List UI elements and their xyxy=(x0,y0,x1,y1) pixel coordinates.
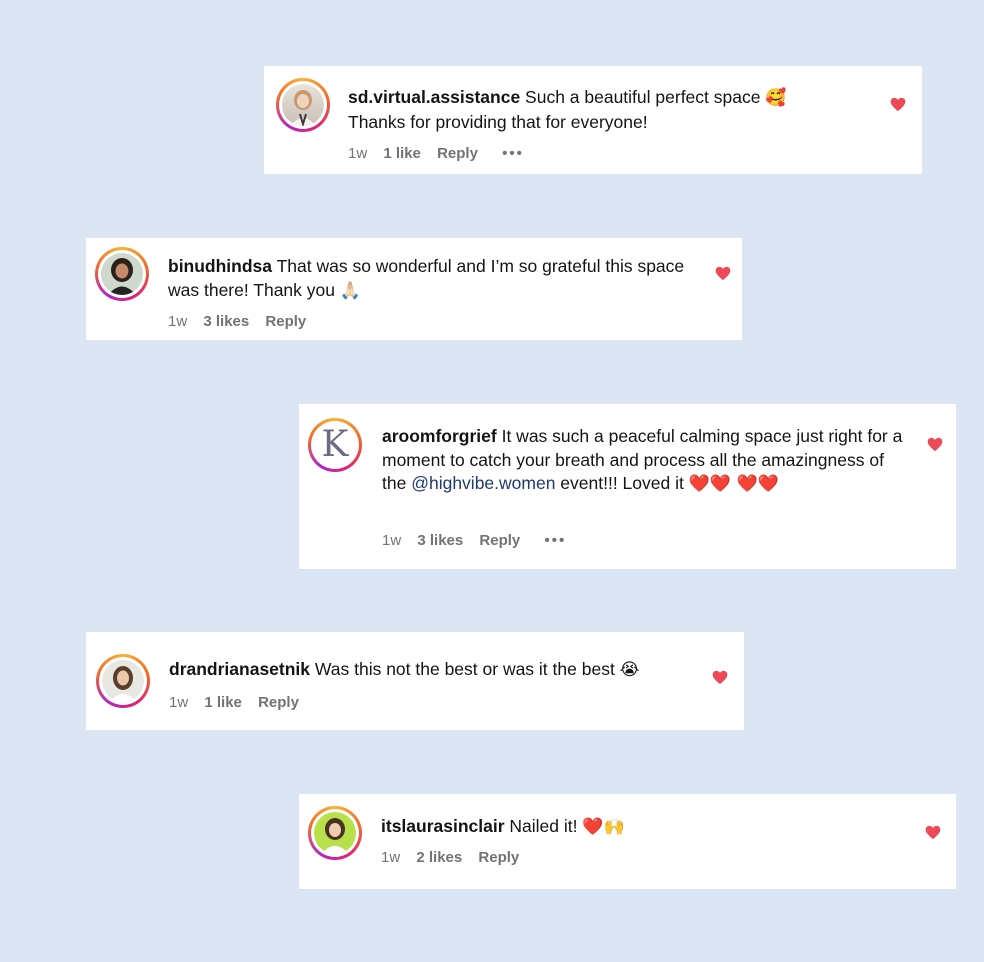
avatar[interactable] xyxy=(95,247,149,301)
heart-icon[interactable] xyxy=(712,670,728,685)
comment-meta: 1w 3 likes Reply xyxy=(168,313,318,330)
heart-icon[interactable] xyxy=(715,266,731,281)
comment-card: sd.virtual.assistance Such a beautiful p… xyxy=(264,66,922,174)
more-options-icon[interactable]: ••• xyxy=(502,145,524,162)
comment-body: aroomforgrief It was such a peaceful cal… xyxy=(382,425,912,497)
comment-body: drandrianasetnik Was this not the best o… xyxy=(169,658,719,683)
more-options-icon[interactable]: ••• xyxy=(544,532,566,549)
emoji: ❤️🙌 xyxy=(582,817,625,837)
comment-card: binudhindsa That was so wonderful and I’… xyxy=(86,238,742,340)
reply-button[interactable]: Reply xyxy=(258,694,299,711)
comment-age: 1w xyxy=(348,145,368,162)
comment-text: Thanks for providing that for everyone! xyxy=(348,111,648,132)
likes-count[interactable]: 3 likes xyxy=(203,313,249,330)
comment-age: 1w xyxy=(382,532,402,549)
reply-button[interactable]: Reply xyxy=(478,849,519,866)
comment-meta: 1w 3 likes Reply ••• xyxy=(382,532,578,549)
avatar-photo xyxy=(102,660,144,702)
emoji: ❤️❤️ ❤️❤️ xyxy=(688,474,779,494)
comment-text: Such a beautiful perfect space xyxy=(520,87,766,107)
username-link[interactable]: binudhindsa xyxy=(168,256,272,276)
likes-count[interactable]: 1 like xyxy=(204,694,242,711)
likes-count[interactable]: 2 likes xyxy=(416,849,462,866)
heart-icon[interactable] xyxy=(890,97,906,112)
heart-icon[interactable] xyxy=(925,825,941,840)
heart-icon[interactable] xyxy=(927,437,943,452)
comment-body: binudhindsa That was so wonderful and I’… xyxy=(168,255,708,303)
avatar[interactable]: K xyxy=(308,418,362,472)
comment-meta: 1w 2 likes Reply xyxy=(381,849,531,866)
username-link[interactable]: aroomforgrief xyxy=(382,426,497,446)
avatar-photo xyxy=(314,812,356,854)
mention-link[interactable]: @highvibe.women xyxy=(411,473,555,493)
avatar[interactable] xyxy=(308,806,362,860)
reply-button[interactable]: Reply xyxy=(479,532,520,549)
comment-age: 1w xyxy=(381,849,401,866)
comment-meta: 1w 1 like Reply ••• xyxy=(348,145,536,162)
comment-card: itslaurasinclair Nailed it! ❤️🙌 1w 2 lik… xyxy=(299,794,956,889)
avatar-logo-letter: K xyxy=(321,424,349,465)
comment-age: 1w xyxy=(169,694,189,711)
reply-button[interactable]: Reply xyxy=(437,145,478,162)
avatar[interactable] xyxy=(96,654,150,708)
comment-age: 1w xyxy=(168,313,188,330)
comment-body: sd.virtual.assistance Such a beautiful p… xyxy=(348,86,888,134)
comment-text: Nailed it! xyxy=(504,816,583,836)
username-link[interactable]: sd.virtual.assistance xyxy=(348,87,520,107)
username-link[interactable]: itslaurasinclair xyxy=(381,816,505,836)
avatar-photo: K xyxy=(314,424,356,466)
likes-count[interactable]: 3 likes xyxy=(417,532,463,549)
comment-card: drandrianasetnik Was this not the best o… xyxy=(86,632,744,730)
emoji: 🙏🏻 xyxy=(339,280,362,301)
avatar-photo xyxy=(282,84,324,126)
comment-body: itslaurasinclair Nailed it! ❤️🙌 xyxy=(381,815,921,840)
comment-text: event!!! Loved it xyxy=(555,473,689,493)
comment-text: Was this not the best or was it the best xyxy=(310,659,620,679)
username-link[interactable]: drandrianasetnik xyxy=(169,659,310,679)
reply-button[interactable]: Reply xyxy=(265,313,306,330)
avatar[interactable] xyxy=(276,78,330,132)
comment-card: K aroomforgrief It was such a peaceful c… xyxy=(299,404,956,569)
comment-meta: 1w 1 like Reply xyxy=(169,694,311,711)
likes-count[interactable]: 1 like xyxy=(383,145,421,162)
emoji: 😭 xyxy=(619,660,640,680)
avatar-photo xyxy=(101,253,143,295)
emoji: 🥰 xyxy=(765,88,787,108)
